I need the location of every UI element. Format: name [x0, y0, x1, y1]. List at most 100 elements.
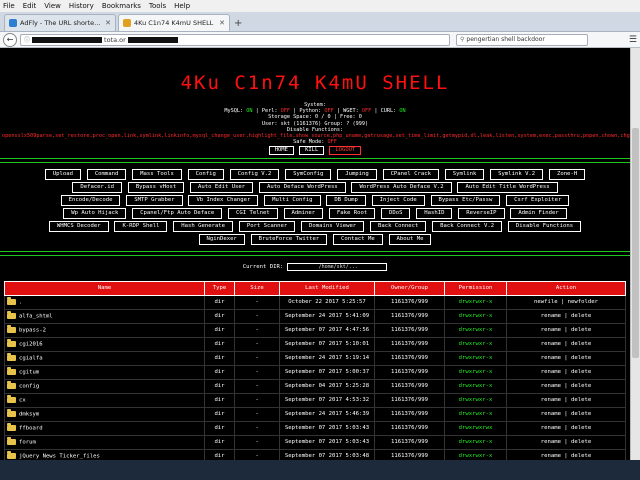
table-row[interactable]: cx dir - September 07 2017 4:53:32 1161376/9… — [4, 392, 626, 408]
cell-action[interactable]: rename | delete — [506, 336, 626, 352]
tool-button-auto-deface-wordpress[interactable]: Auto Deface WordPress — [258, 181, 346, 193]
table-row[interactable]: forum dir - September 07 2017 5:03:43 116137… — [4, 434, 626, 450]
cell-action[interactable]: rename | delete — [506, 364, 626, 380]
tool-button-encode-decode[interactable]: Encode/Decode — [60, 194, 121, 206]
tool-button-reverseip[interactable]: ReverseIP — [458, 207, 505, 219]
scrollbar-thumb[interactable] — [632, 128, 639, 358]
tool-button-disable-functions[interactable]: Disable Functions — [507, 220, 582, 232]
tool-button-wp-auto-hijack[interactable]: Wp Auto Hijack — [63, 207, 127, 219]
new-tab-icon[interactable]: + — [234, 18, 242, 31]
tool-button-multi-config[interactable]: Multi Config — [264, 194, 321, 206]
cell-name[interactable]: config — [4, 378, 205, 394]
back-icon[interactable]: ← — [3, 32, 17, 47]
tool-button-inject-code[interactable]: Inject Code — [371, 194, 425, 206]
tool-button-admin-finder[interactable]: Admin Finder — [510, 207, 567, 219]
table-row[interactable]: dmksym dir - September 24 2017 5:46:39 11613… — [4, 406, 626, 422]
table-row[interactable]: config dir - September 04 2017 5:25:28 11613… — [4, 378, 626, 394]
tool-button-vb-index-changer[interactable]: Vb Index Changer — [188, 194, 259, 206]
file-name[interactable]: alfa_shtml — [19, 313, 53, 319]
tool-button-ddos[interactable]: DDoS — [380, 207, 411, 219]
tool-button-wordpress-auto-deface-v-2[interactable]: WordPress Auto Deface V.2 — [351, 181, 452, 193]
home-button[interactable]: HOME — [268, 146, 294, 155]
cell-name[interactable]: jQuery News Ticker_files — [4, 448, 205, 460]
search-bar[interactable]: ⚲ pengertian shell backdoor — [456, 33, 588, 46]
tab-shell[interactable]: 4Ku C1n74 K4mU SHELL ✕ — [118, 14, 230, 31]
cell-name[interactable]: bypass-2 — [4, 322, 205, 338]
tool-button-hash-generate[interactable]: Hash Generate — [173, 220, 234, 232]
url-bar[interactable]: ⓘ tota.or — [20, 33, 450, 46]
cell-name[interactable]: forum — [4, 434, 205, 450]
tool-button-symconfig[interactable]: SymConfig — [285, 168, 332, 180]
tool-button-bypass-etc-passw[interactable]: Bypass Etc/Passw — [430, 194, 501, 206]
vertical-scrollbar[interactable] — [630, 48, 640, 460]
tool-button-symlink[interactable]: Symlink — [444, 168, 485, 180]
tool-button-bypass-vhost[interactable]: Bypass vHost — [127, 181, 185, 193]
table-row[interactable]: . dir - October 22 2017 5:25:57 1161376/999 d… — [4, 294, 626, 310]
tool-button-defacer-id[interactable]: Defacer.id — [72, 181, 123, 193]
cell-action[interactable]: rename | delete — [506, 420, 626, 436]
file-name[interactable]: . — [19, 299, 22, 305]
hamburger-menu-icon[interactable]: ☰ — [629, 35, 637, 45]
tool-button-adminer[interactable]: Adminer — [283, 207, 324, 219]
cell-action[interactable]: rename | delete — [506, 448, 626, 460]
info-icon[interactable]: ⓘ — [24, 35, 30, 44]
cell-action[interactable]: newfile | newfolder — [506, 294, 626, 310]
current-dir-path[interactable]: /home/skt/... — [287, 262, 388, 271]
table-row[interactable]: ffboard dir - September 07 2017 5:03:43 1161… — [4, 420, 626, 436]
table-row[interactable]: bypass-2 dir - September 07 2017 4:47:56 116… — [4, 322, 626, 338]
cell-name[interactable]: . — [4, 294, 205, 310]
cell-action[interactable]: rename | delete — [506, 308, 626, 324]
file-name[interactable]: config — [19, 383, 39, 389]
tool-button-bruteforce-twitter[interactable]: BruteForce Twitter — [250, 233, 328, 245]
table-row[interactable]: alfa_shtml dir - September 24 2017 5:41:09 1… — [4, 308, 626, 324]
file-name[interactable]: cgitum — [19, 369, 39, 375]
cell-action[interactable]: rename | delete — [506, 406, 626, 422]
file-name[interactable]: bypass-2 — [19, 327, 46, 333]
tool-button-ngindexer[interactable]: NginDexer — [198, 233, 245, 245]
tool-button-fake-root[interactable]: Fake Root — [328, 207, 376, 219]
menu-view[interactable]: View — [44, 2, 61, 10]
kill-button[interactable]: KILL — [299, 146, 325, 155]
tool-button-auto-edit-user[interactable]: Auto Edit User — [190, 181, 254, 193]
file-name[interactable]: forum — [19, 439, 36, 445]
tool-button-db-dump[interactable]: DB Dump — [326, 194, 366, 206]
cell-name[interactable]: alfa_shtml — [4, 308, 205, 324]
cell-action[interactable]: rename | delete — [506, 322, 626, 338]
cell-name[interactable]: ffboard — [4, 420, 205, 436]
logout-button[interactable]: LOGOUT — [329, 146, 362, 155]
tool-button-config[interactable]: Config — [187, 168, 224, 180]
tool-button-back-connect-v-2[interactable]: Back Connect V.2 — [432, 220, 503, 232]
cell-name[interactable]: cgialfa — [4, 350, 205, 366]
file-name[interactable]: cx — [19, 397, 26, 403]
cell-action[interactable]: rename | delete — [506, 378, 626, 394]
menu-edit[interactable]: Edit — [23, 2, 37, 10]
tool-button-jumping[interactable]: Jumping — [337, 168, 377, 180]
tool-button-auto-edit-title-wordpress[interactable]: Auto Edit Title WordPress — [457, 181, 558, 193]
menu-tools[interactable]: Tools — [149, 2, 166, 10]
menu-file[interactable]: File — [3, 2, 15, 10]
file-name[interactable]: cgialfa — [19, 355, 43, 361]
file-name[interactable]: dmksym — [19, 411, 39, 417]
tool-button-symlink-v-2[interactable]: Symlink V.2 — [490, 168, 544, 180]
file-name[interactable]: cgi2016 — [19, 341, 43, 347]
tool-button-config-v-2[interactable]: Config V.2 — [229, 168, 280, 180]
table-row[interactable]: cgialfa dir - September 24 2017 5:19:14 1161… — [4, 350, 626, 366]
tool-button-cgi-telnet[interactable]: CGI Telnet — [228, 207, 278, 219]
file-name[interactable]: jQuery News Ticker_files — [19, 453, 100, 459]
file-name[interactable]: ffboard — [19, 425, 43, 431]
cell-name[interactable]: cx — [4, 392, 205, 408]
tool-button-k-rdp-shell[interactable]: K-RDP Shell — [114, 220, 168, 232]
tool-button-smtp-grabber[interactable]: SMTP Grabber — [126, 194, 183, 206]
table-row[interactable]: cgitum dir - September 07 2017 5:00:37 11613… — [4, 364, 626, 380]
tool-button-upload[interactable]: Upload — [44, 168, 82, 180]
tool-button-about-me[interactable]: About Me — [388, 233, 432, 245]
table-row[interactable]: cgi2016 dir - September 07 2017 5:10:01 1161… — [4, 336, 626, 352]
cell-action[interactable]: rename | delete — [506, 392, 626, 408]
tool-button-zone-h[interactable]: Zone-H — [548, 168, 586, 180]
close-tab-icon[interactable]: ✕ — [105, 19, 111, 27]
tool-button-csrf-exploiter[interactable]: Csrf Exploiter — [506, 194, 570, 206]
cell-name[interactable]: cgi2016 — [4, 336, 205, 352]
tool-button-domains-viewer[interactable]: Domains Viewer — [301, 220, 365, 232]
cell-name[interactable]: cgitum — [4, 364, 205, 380]
tool-button-command[interactable]: Command — [86, 168, 127, 180]
